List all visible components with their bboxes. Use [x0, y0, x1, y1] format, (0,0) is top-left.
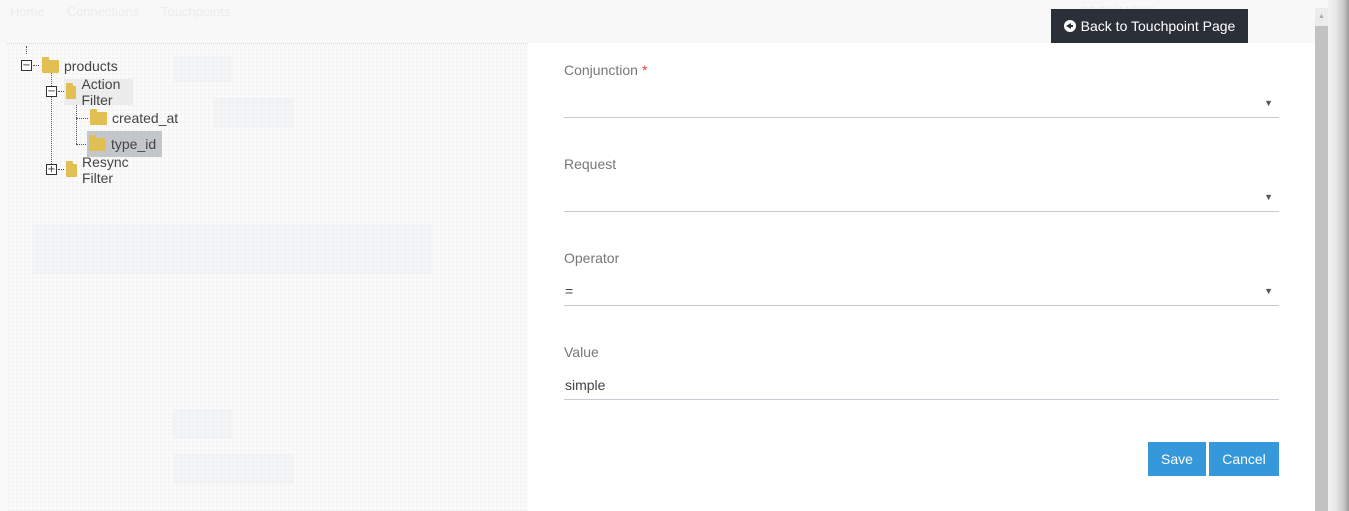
breadcrumb-home: Home	[10, 4, 45, 19]
scroll-up-arrow-icon[interactable]: ▲	[1315, 8, 1328, 25]
conjunction-field: Conjunction * ▼	[564, 62, 1279, 118]
tree-connector	[26, 46, 27, 54]
operator-select[interactable]: = ▼	[564, 276, 1279, 306]
cancel-button[interactable]: Cancel	[1209, 442, 1279, 476]
tree-node-label: products	[64, 58, 118, 74]
background-ghost-block	[214, 98, 294, 128]
tree-node-label: type_id	[111, 136, 157, 152]
value-label: Value	[564, 344, 599, 360]
tree-connector	[76, 118, 88, 119]
chevron-down-icon: ▼	[1264, 192, 1273, 202]
folder-icon	[66, 82, 77, 99]
background-ghost-block	[174, 454, 294, 484]
scroll-thumb[interactable]	[1315, 26, 1328, 511]
tree-node-action-filter[interactable]: Action Filter	[64, 76, 133, 108]
required-marker: *	[641, 62, 648, 78]
conjunction-label-text: Conjunction	[564, 62, 638, 78]
tree-node-label: created_at	[112, 110, 179, 126]
tree-toggle-expand[interactable]: +	[46, 164, 57, 175]
request-select[interactable]: ▼	[564, 182, 1279, 212]
folder-icon	[90, 108, 107, 125]
tree-toggle-collapse[interactable]: −	[46, 86, 57, 97]
conjunction-label: Conjunction *	[564, 62, 1279, 78]
request-label: Request	[564, 156, 617, 172]
operator-label: Operator	[564, 250, 620, 266]
tree-node-label: Action Filter	[81, 76, 121, 108]
filter-form-panel: Conjunction * ▼ Request ▼ Operator = ▼ Va…	[528, 43, 1315, 511]
folder-icon	[89, 134, 106, 151]
tree-node-products[interactable]: products	[40, 54, 124, 78]
tree-node-created-at[interactable]: created_at	[88, 106, 184, 130]
save-button[interactable]: Save	[1148, 442, 1206, 476]
folder-icon	[42, 56, 59, 73]
breadcrumb-connections: Connections	[66, 4, 139, 19]
window-edge-shadow	[1328, 0, 1349, 511]
tree-node-label: Resync Filter	[81, 154, 129, 186]
filter-tree-pane: − − + products Action Filter created_at …	[7, 43, 528, 511]
background-ghost-block	[172, 409, 232, 439]
folder-icon	[66, 160, 77, 177]
background-ghost-block	[174, 56, 232, 82]
chevron-down-icon: ▼	[1264, 286, 1273, 296]
operator-value: =	[565, 283, 574, 299]
vertical-scrollbar[interactable]: ▲	[1315, 8, 1328, 511]
breadcrumb-touchpoints: Touchpoints	[160, 4, 231, 19]
back-to-touchpoint-button[interactable]: Back to Touchpoint Page	[1051, 9, 1248, 43]
value-input-text: simple	[565, 377, 606, 393]
arrow-circle-left-icon	[1063, 20, 1076, 32]
tree-connector	[33, 65, 39, 66]
conjunction-select[interactable]: ▼	[564, 88, 1279, 118]
background-breadcrumb: Home Connections Touchpoints	[10, 4, 230, 19]
operator-field: Operator = ▼	[564, 250, 1279, 306]
value-input[interactable]: simple	[564, 370, 1279, 400]
tree-connector	[76, 99, 77, 144]
chevron-down-icon: ▼	[1264, 98, 1273, 108]
background-ghost-block	[32, 224, 432, 274]
value-field: Value simple	[564, 344, 1279, 400]
tree-node-resync-filter[interactable]: Resync Filter	[64, 154, 141, 186]
tree-toggle-collapse[interactable]: −	[21, 60, 32, 71]
back-button-label: Back to Touchpoint Page	[1080, 18, 1236, 34]
request-field: Request ▼	[564, 156, 1279, 212]
